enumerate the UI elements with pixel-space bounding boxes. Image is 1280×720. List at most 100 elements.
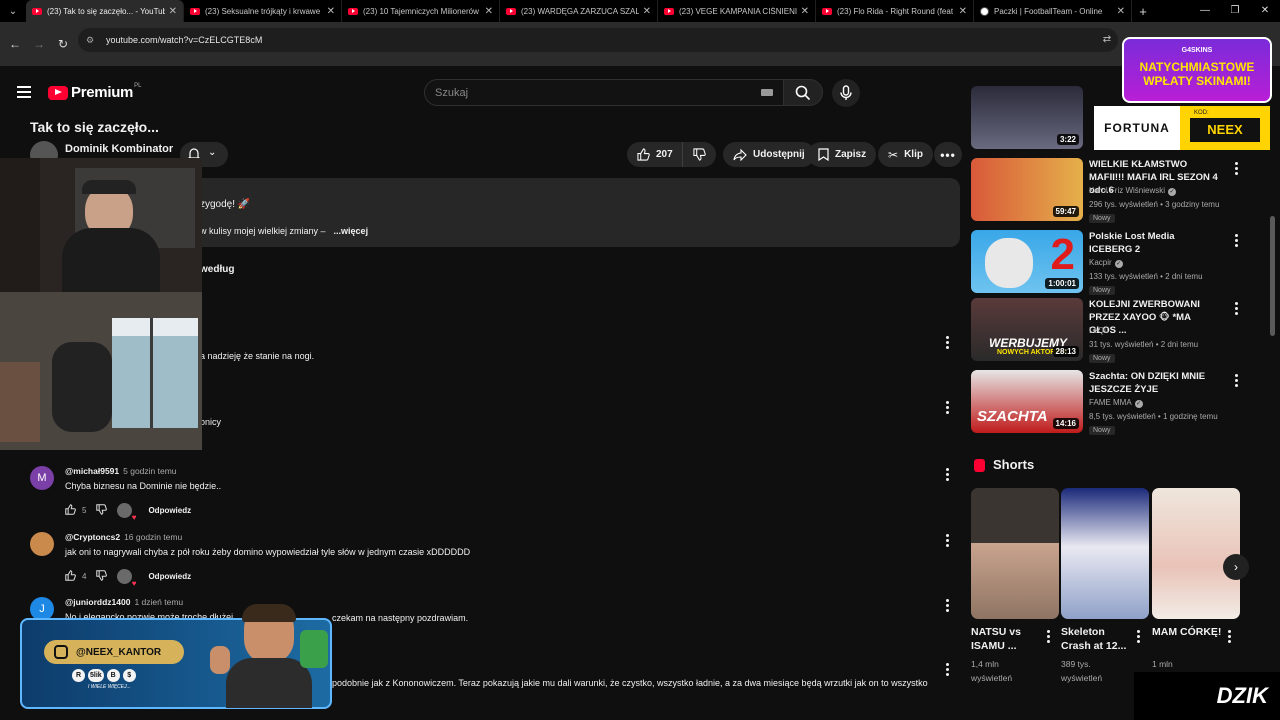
- short-thumbnail[interactable]: [971, 488, 1059, 619]
- related-video-channel[interactable]: LeQu: [1089, 326, 1109, 335]
- video-duration: 3:22: [1056, 134, 1079, 145]
- tab-close-icon[interactable]: ✕: [643, 6, 651, 17]
- tab-close-icon[interactable]: ✕: [801, 6, 809, 17]
- save-button[interactable]: Zapisz: [808, 142, 877, 167]
- short-menu-icon[interactable]: [1045, 630, 1051, 645]
- commenter-avatar[interactable]: [30, 532, 54, 556]
- video-menu-icon[interactable]: [1233, 162, 1239, 177]
- short-title[interactable]: MAM CÓRKĘ!: [1152, 625, 1222, 639]
- comment-author[interactable]: @Cryptoncs2 16 godzin temu: [65, 532, 182, 542]
- tab-close-icon[interactable]: ✕: [169, 6, 177, 17]
- channel-name[interactable]: Dominik Kombinator: [65, 143, 173, 155]
- search-input[interactable]: Szukaj: [424, 79, 784, 106]
- video-thumbnail[interactable]: 59:47: [971, 158, 1083, 221]
- short-title[interactable]: Skeleton Crash at 12...: [1061, 625, 1131, 653]
- comment-menu-icon[interactable]: [944, 401, 950, 416]
- related-video-channel[interactable]: Karol Friz Wiśniewski ✓: [1089, 186, 1177, 196]
- comment-text: Chyba biznesu na Dominie nie będzie..: [65, 481, 222, 491]
- translate-icon[interactable]: ⇄: [1095, 34, 1119, 45]
- back-icon[interactable]: ←: [3, 37, 27, 51]
- tab-title: (23) Tak to się zaczęło... - YouTube: [47, 6, 165, 16]
- like-button[interactable]: 207: [627, 142, 682, 167]
- short-thumbnail[interactable]: [1061, 488, 1149, 619]
- thumbs-down-icon[interactable]: [96, 504, 108, 517]
- tab-close-icon[interactable]: ✕: [959, 6, 967, 17]
- related-video-channel[interactable]: Kacpir ✓: [1089, 258, 1123, 268]
- browser-tab[interactable]: (23) WARDĘGA ZARZUCA SZAL ✕: [500, 0, 658, 22]
- video-thumbnail[interactable]: SZACHTA 14:16: [971, 370, 1083, 433]
- forward-icon[interactable]: →: [27, 37, 51, 51]
- thumbs-up-icon[interactable]: [65, 504, 76, 517]
- video-thumbnail[interactable]: 3:22: [971, 86, 1083, 149]
- video-thumbnail[interactable]: WERBUJEMY NOWYCH AKTORÓW 28:13: [971, 298, 1083, 361]
- comment-menu-icon[interactable]: [944, 663, 950, 678]
- short-menu-icon[interactable]: [1226, 630, 1232, 645]
- show-more-link[interactable]: ...więcej: [334, 226, 369, 236]
- share-button[interactable]: Udostępnij: [723, 142, 815, 167]
- comment-author[interactable]: @juniorddz1400 1 dzień temu: [65, 597, 183, 607]
- reply-button[interactable]: Odpowiedz: [148, 572, 191, 581]
- scrollbar[interactable]: [1270, 216, 1275, 336]
- short-title[interactable]: NATSU vs ISAMU ...: [971, 625, 1041, 653]
- related-video-title[interactable]: Polskie Lost Media ICEBERG 2: [1089, 230, 1219, 256]
- commenter-avatar[interactable]: M: [30, 466, 54, 490]
- youtube-logo[interactable]: Premium PL: [48, 83, 141, 101]
- tab-close-icon[interactable]: ✕: [485, 6, 493, 17]
- browser-tab[interactable]: (23) VEGE KAMPANIA CIŚNIENIA ✕: [658, 0, 816, 22]
- related-video-title[interactable]: Szachta: ON DZIĘKI MNIE JESZCZE ŻYJE: [1089, 370, 1219, 396]
- browser-tab[interactable]: (23) Tak to się zaczęło... - YouTube ✕: [26, 0, 184, 22]
- short-views: 1,4 mln wyświetleń: [971, 659, 1013, 683]
- related-video[interactable]: 2 1:00:01 Polskie Lost Media ICEBERG 2 K…: [971, 230, 1241, 295]
- menu-icon[interactable]: [17, 86, 31, 98]
- url-input[interactable]: ⚙ youtube.com/watch?v=CzELCGTE8cM: [78, 28, 1118, 52]
- verified-icon: ✓: [1134, 400, 1143, 408]
- comment-menu-icon[interactable]: [944, 534, 950, 549]
- reload-icon[interactable]: ↻: [51, 37, 75, 51]
- close-window-icon[interactable]: ✕: [1250, 0, 1280, 22]
- dislike-button[interactable]: [682, 142, 716, 167]
- video-menu-icon[interactable]: [1233, 234, 1239, 249]
- browser-tab[interactable]: (23) Flo Rida - Right Round (feat ✕: [816, 0, 974, 22]
- youtube-icon: [32, 7, 42, 15]
- site-info-icon[interactable]: ⚙: [86, 35, 100, 46]
- keyboard-icon[interactable]: [761, 89, 773, 96]
- minimize-icon[interactable]: —: [1190, 0, 1220, 22]
- chevron-right-icon[interactable]: ›: [1223, 554, 1249, 580]
- related-video[interactable]: SZACHTA 14:16 Szachta: ON DZIĘKI MNIE JE…: [971, 370, 1241, 435]
- crypto-coins: R 5lik B $: [72, 669, 139, 682]
- browser-tab[interactable]: (23) Seksualne trójkąty i krwawe ✕: [184, 0, 342, 22]
- new-tab-button[interactable]: +: [1132, 4, 1154, 19]
- comments-sort-label[interactable]: według: [200, 264, 234, 275]
- related-video[interactable]: WERBUJEMY NOWYCH AKTORÓW 28:13 KOLEJNI ZW…: [971, 298, 1241, 363]
- short-menu-icon[interactable]: [1135, 630, 1141, 645]
- browser-tab[interactable]: (23) 10 Tajemniczych Milionerów ✕: [342, 0, 500, 22]
- related-video[interactable]: 59:47 WIELKIE KŁAMSTWO MAFII!!! MAFIA IR…: [971, 158, 1241, 223]
- tab-close-icon[interactable]: ✕: [1117, 6, 1125, 17]
- video-menu-icon[interactable]: [1233, 374, 1239, 389]
- short-thumbnail[interactable]: [1152, 488, 1240, 619]
- search-button[interactable]: [783, 79, 823, 106]
- video-thumbnail[interactable]: 2 1:00:01: [971, 230, 1083, 293]
- comment-author[interactable]: @michał9591 5 godzin temu: [65, 466, 177, 476]
- clip-button[interactable]: ✂ Klip: [878, 142, 933, 167]
- new-badge: Nowy: [1089, 286, 1115, 295]
- more-actions-button[interactable]: •••: [934, 142, 962, 167]
- restore-icon[interactable]: ❐: [1220, 0, 1250, 22]
- youtube-play-icon: [48, 85, 68, 100]
- video-menu-icon[interactable]: [1233, 302, 1239, 317]
- reply-button[interactable]: Odpowiedz: [148, 506, 191, 515]
- thumbs-up-icon[interactable]: [65, 570, 76, 583]
- voice-search-button[interactable]: [832, 79, 860, 107]
- tab-title: (23) VEGE KAMPANIA CIŚNIENIA: [679, 6, 797, 16]
- related-video-meta: 31 tys. wyświetleń • 2 dni temu: [1089, 340, 1199, 349]
- thumbs-down-icon[interactable]: [96, 570, 108, 583]
- tab-close-icon[interactable]: ✕: [327, 6, 335, 17]
- comment-menu-icon[interactable]: [944, 599, 950, 614]
- neex-kantor-banner: @NEEX_KANTOR R 5lik B $ I WIELE WIĘCEJ...: [20, 604, 332, 709]
- browser-tab[interactable]: Paczki | FootballTeam - Online ✕: [974, 0, 1132, 22]
- related-video-channel[interactable]: FAME MMA ✓: [1089, 398, 1143, 408]
- comment-text-partial-2: onicy: [200, 417, 222, 427]
- comment-menu-icon[interactable]: [944, 336, 950, 351]
- comment-menu-icon[interactable]: [944, 468, 950, 483]
- tab-search-icon[interactable]: ⌄: [0, 0, 26, 22]
